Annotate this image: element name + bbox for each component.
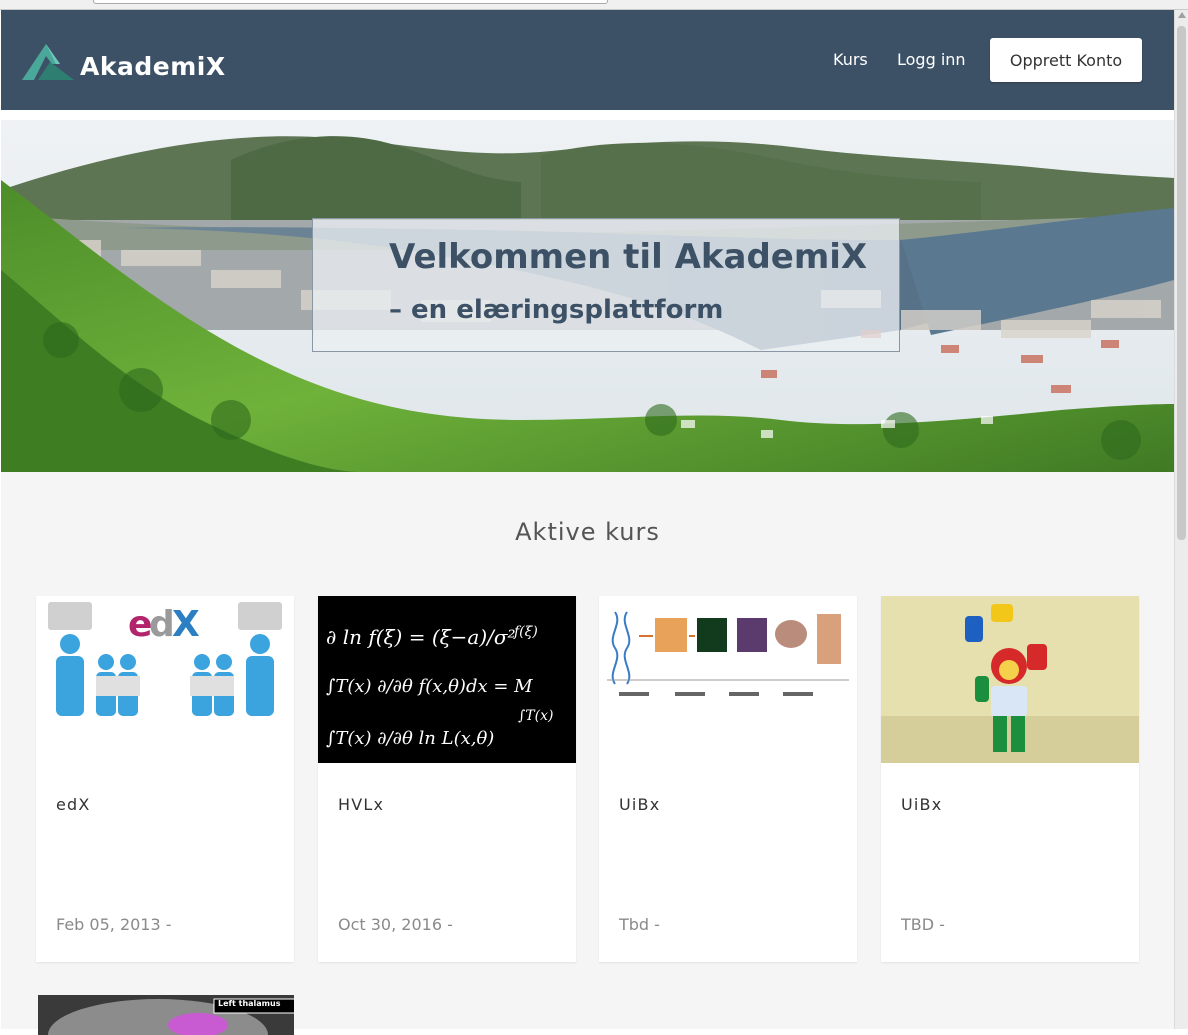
- hero-top-gap: [1, 110, 1174, 120]
- scroll-up-arrow-icon[interactable]: [1178, 12, 1186, 18]
- svg-text:f(ξ): f(ξ): [513, 624, 538, 640]
- math-formulas-image: ∂ ln f(ξ) = (ξ−a)/σ² ∫T(x) ∂/∂θ f(x,θ)dx…: [318, 596, 576, 763]
- nav-login-link[interactable]: Logg inn: [897, 50, 966, 69]
- course-image: ∂ ln f(ξ) = (ξ−a)/σ² ∫T(x) ∂/∂θ f(x,θ)dx…: [318, 596, 576, 763]
- course-date: TBD -: [901, 915, 945, 934]
- lego-juggler-image: [881, 596, 1139, 763]
- create-account-button[interactable]: Opprett Konto: [990, 38, 1142, 82]
- course-date: Feb 05, 2013 -: [56, 915, 172, 934]
- hero-title: Velkommen til AkademiX: [389, 237, 868, 277]
- hero-welcome-box: Velkommen til AkademiX – en elæringsplat…: [312, 218, 900, 352]
- course-image: [881, 596, 1139, 763]
- course-card[interactable]: ∂ ln f(ξ) = (ξ−a)/σ² ∫T(x) ∂/∂θ f(x,θ)dx…: [318, 596, 576, 962]
- hero-banner: Velkommen til AkademiX – en elæringsplat…: [1, 120, 1174, 472]
- site-header: AkademiX Kurs Logg inn Opprett Konto: [1, 10, 1174, 110]
- svg-text:∫T(x) ∂/∂θ ln L(x,θ): ∫T(x) ∂/∂θ ln L(x,θ): [326, 728, 494, 749]
- course-date: Oct 30, 2016 -: [338, 915, 453, 934]
- nav-courses-link[interactable]: Kurs: [833, 50, 868, 69]
- course-card[interactable]: UiBx Tbd -: [599, 596, 857, 962]
- svg-text:∂ ln f(ξ) = (ξ−a)/σ²: ∂ ln f(ξ) = (ξ−a)/σ²: [326, 625, 516, 649]
- hero-subtitle: – en elæringsplattform: [389, 295, 724, 325]
- logo-text: AkademiX: [80, 52, 226, 81]
- course-image: e d X: [36, 596, 294, 763]
- scrollbar-thumb[interactable]: [1177, 26, 1186, 540]
- main-content: Aktive kurs e d X edX Feb 05, 2013 - ∂ l…: [1, 472, 1174, 1035]
- biology-scale-diagram-image: [599, 596, 857, 763]
- edx-puzzle-people-image: e d X: [36, 596, 294, 763]
- course-code: edX: [56, 795, 91, 814]
- akademix-logo[interactable]: AkademiX: [20, 38, 230, 84]
- svg-text:∫T(x): ∫T(x): [518, 708, 553, 724]
- course-card-partial[interactable]: Left thalamus: [38, 995, 294, 1035]
- page-scrollbar[interactable]: [1174, 10, 1188, 1029]
- course-card[interactable]: UiBx TBD -: [881, 596, 1139, 962]
- course-card[interactable]: e d X edX Feb 05, 2013 -: [36, 596, 294, 962]
- browser-top-strip: [0, 0, 1188, 10]
- course-date: Tbd -: [619, 915, 660, 934]
- svg-text:d: d: [149, 604, 175, 645]
- course-image: [599, 596, 857, 763]
- brain-scan-label: Left thalamus: [218, 999, 281, 1008]
- svg-text:∫T(x) ∂/∂θ f(x,θ)dx = M: ∫T(x) ∂/∂θ f(x,θ)dx = M: [326, 676, 533, 697]
- course-code: UiBx: [901, 795, 943, 814]
- course-code: UiBx: [619, 795, 661, 814]
- course-code: HVLx: [338, 795, 385, 814]
- svg-text:X: X: [172, 604, 200, 645]
- logo-mountain-icon: [22, 44, 74, 80]
- active-courses-heading: Aktive kurs: [515, 518, 660, 546]
- address-bar[interactable]: [93, 0, 608, 4]
